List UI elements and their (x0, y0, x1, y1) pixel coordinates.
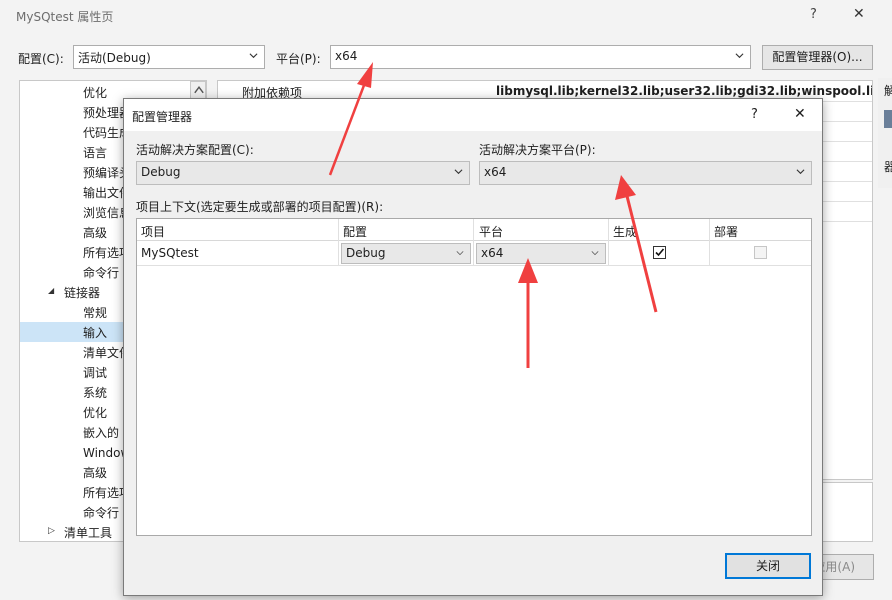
arrow-to-platform-dropdown (328, 62, 373, 176)
arrow-to-row-platform (518, 258, 538, 368)
annotation-arrows (328, 62, 658, 368)
arrow-to-active-platform (615, 175, 658, 313)
